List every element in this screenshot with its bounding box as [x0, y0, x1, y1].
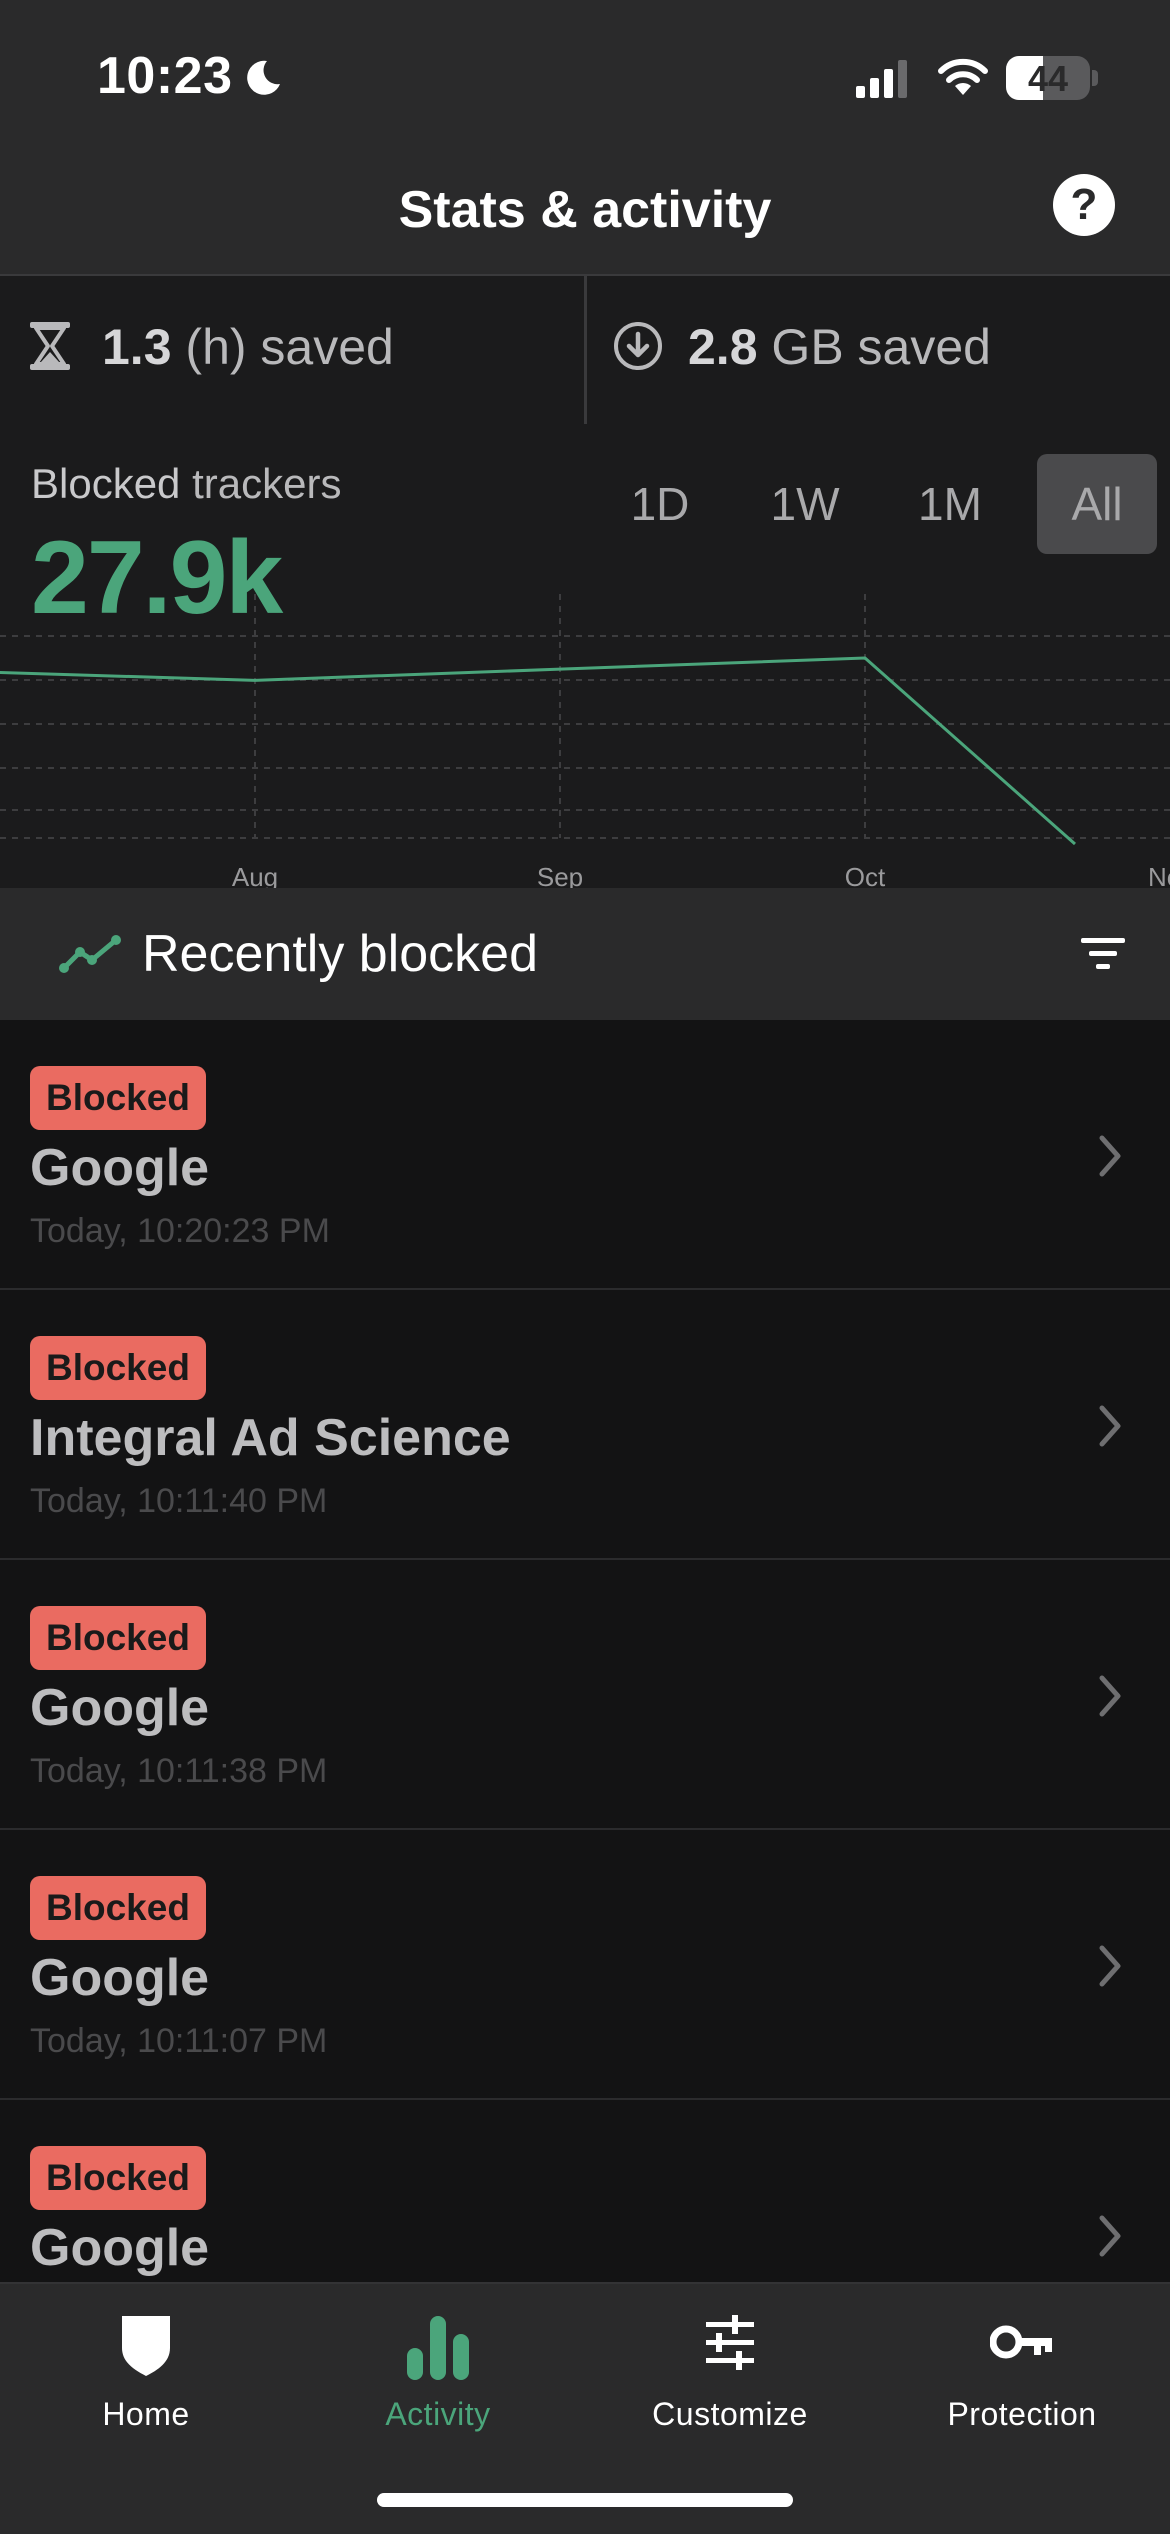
blocked-label-prefix: Blocked [31, 460, 181, 507]
savings-divider [584, 276, 587, 424]
tab-label: Home [102, 2396, 190, 2432]
time-saved-value: 1.3 [102, 319, 172, 375]
bar-chart-icon [407, 2316, 469, 2380]
blocked-list-item[interactable]: Blocked Google Today, 10:11:07 PM [0, 1830, 1170, 2100]
tracker-name: Google [30, 1949, 210, 2007]
tab-customize[interactable]: Customize [584, 2284, 876, 2484]
chevron-right-icon [1099, 1405, 1121, 1447]
savings-row: 1.3 (h) saved 2.8 GB saved [0, 274, 1170, 426]
range-1m-button[interactable]: 1M [900, 454, 1000, 554]
blocked-label-suffix: trackers [192, 460, 342, 507]
battery-level: 44 [1027, 58, 1069, 99]
blocked-badge: Blocked [30, 1336, 206, 1400]
chart-grid-horizontal [0, 635, 1170, 839]
data-saved-unit: GB saved [771, 319, 991, 375]
home-indicator [377, 2493, 793, 2507]
blocked-badge: Blocked [30, 1876, 206, 1940]
hourglass-icon [30, 322, 70, 370]
time-saved: 1.3 (h) saved [102, 318, 394, 376]
tab-activity[interactable]: Activity [292, 2284, 584, 2484]
blocked-list-item[interactable]: Blocked Google Today, 10:20:23 PM [0, 1020, 1170, 1290]
blocked-timestamp: Today, 10:11:07 PM [30, 2022, 328, 2060]
blocked-trackers-label: Blocked trackers [31, 460, 341, 508]
battery-icon: 44 [1006, 56, 1090, 100]
tracker-name: Google [30, 1679, 210, 1737]
page-title: Stats & activity [398, 181, 772, 239]
tracker-name: Integral Ad Science [30, 1409, 511, 1467]
blocked-badge: Blocked [30, 2146, 206, 2210]
filter-icon[interactable] [1080, 934, 1126, 974]
chevron-right-icon [1099, 1135, 1121, 1177]
tab-protection[interactable]: Protection [876, 2284, 1168, 2484]
chevron-right-icon [1099, 1945, 1121, 1987]
blocked-badge: Blocked [30, 1066, 206, 1130]
time-saved-unit: (h) saved [185, 319, 394, 375]
range-all-button[interactable]: All [1037, 454, 1157, 554]
section-title: Recently blocked [142, 925, 538, 983]
tab-home[interactable]: Home [0, 2284, 292, 2484]
range-1w-button[interactable]: 1W [755, 454, 855, 554]
blocked-timestamp: Today, 10:11:40 PM [30, 1482, 328, 1520]
data-saved-value: 2.8 [688, 319, 758, 375]
shield-icon [122, 2316, 170, 2376]
blocked-list-item[interactable]: Blocked Integral Ad Science Today, 10:11… [0, 1290, 1170, 1560]
blocked-trackers-chart: Aug Sep Oct No [0, 594, 1170, 888]
tracker-name: Google [30, 1139, 210, 1197]
chart-x-tick-label: Oct [845, 862, 886, 888]
key-icon [990, 2325, 1052, 2359]
chart-grid-vertical [254, 594, 866, 838]
recently-blocked-header: Recently blocked [0, 888, 1170, 1020]
blocked-timestamp: Today, 10:11:38 PM [30, 1752, 328, 1790]
tracker-name: Google [30, 2219, 210, 2277]
chevron-right-icon [1099, 2215, 1121, 2257]
chart-line [0, 656, 1076, 846]
moon-icon [247, 60, 280, 95]
sliders-icon [706, 2315, 754, 2370]
tab-label: Activity [385, 2396, 491, 2432]
download-icon [614, 322, 662, 370]
chart-series [0, 656, 1076, 846]
chart-x-tick-label: No [1148, 862, 1170, 888]
chart-x-ticks: Aug Sep Oct No [232, 862, 1170, 888]
status-bar: 10:23 44 [0, 0, 1170, 140]
battery-tip [1092, 70, 1098, 86]
cellular-signal-icon [856, 60, 907, 98]
chevron-right-icon [1099, 1675, 1121, 1717]
status-time: 10:23 [97, 47, 233, 105]
help-button[interactable]: ? [1053, 174, 1115, 236]
nav-header: Stats & activity ? [0, 140, 1170, 274]
wifi-icon [938, 58, 988, 95]
chart-x-tick-label: Aug [232, 862, 278, 888]
stats-card: Blocked trackers 27.9k 1D 1W 1M All Aug S… [0, 424, 1170, 888]
blocked-list-item[interactable]: Blocked Google Today, 10:11:38 PM [0, 1560, 1170, 1830]
tab-label: Customize [652, 2396, 808, 2432]
trend-icon [59, 935, 121, 973]
blocked-timestamp: Today, 10:20:23 PM [30, 1212, 330, 1250]
chart-x-tick-label: Sep [537, 862, 583, 888]
data-saved: 2.8 GB saved [688, 318, 991, 376]
tab-label: Protection [947, 2396, 1097, 2432]
blocked-badge: Blocked [30, 1606, 206, 1670]
range-1d-button[interactable]: 1D [610, 454, 710, 554]
